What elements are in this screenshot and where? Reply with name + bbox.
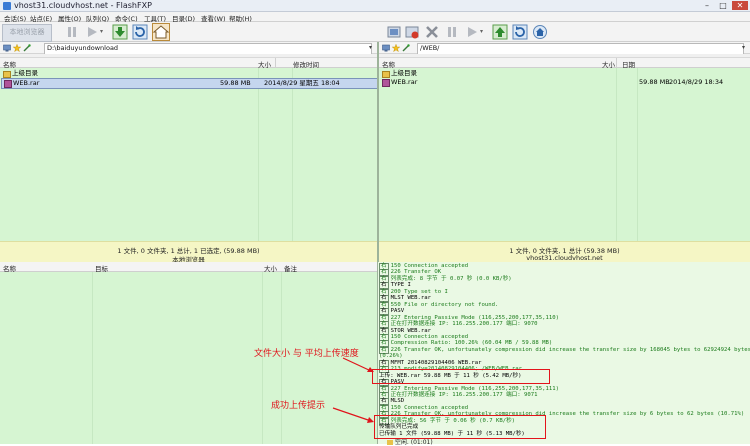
menu-bar: 会话(S) 站点(E) 属性(O) 队列(Q) 命令(C) 工具(T) 目录(D… <box>0 12 750 23</box>
local-path-dropdown-icon[interactable]: ▾ <box>369 44 372 51</box>
log-line-text: 227 Entering Passive Mode (116,255,200,1… <box>390 314 559 321</box>
queue-column-header: 名称 目标 大小 备注 <box>0 262 377 273</box>
refresh-icon[interactable] <box>132 24 148 40</box>
log-line-text: 226 Transfer OK, unfortunately compressi… <box>390 346 750 353</box>
log-line-text: 正在打开数据连接 IP: 116.255.200.177 端口: 9071 <box>390 392 538 398</box>
pause-icon[interactable] <box>64 24 80 40</box>
download-icon[interactable] <box>112 24 128 40</box>
column-gridline <box>92 272 93 444</box>
remote-favorites-star-icon[interactable] <box>392 44 400 52</box>
upload-icon[interactable] <box>492 24 508 40</box>
folder-up-icon <box>382 71 390 78</box>
log-line-text: 227 Entering Passive Mode (116,255,200,1… <box>390 385 559 392</box>
web-home-icon[interactable] <box>532 24 548 40</box>
idle-status-text: 空闲. (01:01) <box>394 439 433 446</box>
abort-icon[interactable] <box>424 24 440 40</box>
column-divider[interactable] <box>616 58 617 68</box>
remote-row-date: 2014/8/29 18:34 <box>669 78 724 86</box>
remote-row[interactable]: WEB.rar 59.88 MB 2014/8/29 18:34 <box>379 78 750 87</box>
remote-pause-icon[interactable] <box>444 24 460 40</box>
speed-highlight-box <box>372 369 550 384</box>
rar-file-icon <box>4 80 12 88</box>
remote-row-name: 上级目录 <box>391 69 417 77</box>
disconnect-icon[interactable] <box>404 24 420 40</box>
folder-up-icon <box>3 71 11 78</box>
play-dropdown-icon[interactable]: ▾ <box>100 28 103 35</box>
log-line-text: 550 File or directory not found. <box>390 301 499 308</box>
toolbar: 本地浏览器 ▾ ▾ <box>0 22 750 42</box>
close-button[interactable]: ✕ <box>732 1 748 10</box>
local-column-header: 名称 大小 修改时间 <box>0 58 377 69</box>
log-line-text: 正在打开数据连接 IP: 116.255.200.177 端口: 9070 <box>390 321 538 328</box>
local-row-date: 2014/8/29 星期五 18:04 <box>264 79 340 87</box>
log-line-text: (0.26%) <box>379 353 403 360</box>
local-status-bar: 1 文件, 0 文件夹, 1 总计, 1 已选定, (59.88 MB) 本地浏… <box>0 241 377 264</box>
connect-icon[interactable] <box>386 24 402 40</box>
favorites-star-icon[interactable] <box>13 44 21 52</box>
play-icon[interactable] <box>84 24 100 40</box>
log-line-text: 150 Connection accepted <box>390 404 469 411</box>
local-row-name: 上级目录 <box>12 69 38 77</box>
local-path-bar: D:\baiduyundownload ▾ <box>0 42 377 55</box>
log-line-text: 列表完成: 8 字节 于 0.07 秒 (0.0 KB/秒) <box>390 275 512 282</box>
tool-wand-icon[interactable] <box>23 44 31 52</box>
log-line-text: STOR WEB.rar <box>390 327 432 334</box>
maximize-button[interactable]: □ <box>716 1 730 10</box>
log-line-text: 200 Type set to I <box>390 288 448 295</box>
remote-refresh-icon[interactable] <box>512 24 528 40</box>
column-divider[interactable] <box>275 58 276 68</box>
folder-icon <box>387 440 393 445</box>
rar-file-icon <box>382 79 390 87</box>
column-gridline <box>292 68 293 241</box>
window-title: vhost31.cloudvhost.net - FlashFXP <box>14 1 152 10</box>
remote-tool-wand-icon[interactable] <box>402 44 410 52</box>
local-file-list: 上级目录 WEB.rar 59.88 MB 2014/8/29 星期五 18:0… <box>0 68 378 241</box>
remote-row-size: 59.88 MB <box>639 78 670 86</box>
annotation-arrows <box>332 357 374 423</box>
remote-column-header: 名称 大小 日期 <box>379 58 750 69</box>
remote-play-dropdown-icon[interactable]: ▾ <box>480 28 483 35</box>
log-line-text: TYPE I <box>390 282 411 289</box>
log-line-text: PASV <box>390 308 405 315</box>
local-row-size: 59.88 MB <box>220 79 251 87</box>
minimize-button[interactable]: – <box>700 1 714 10</box>
remote-row-parent[interactable]: 上级目录 <box>379 69 750 78</box>
remote-file-list: 上级目录 WEB.rar 59.88 MB 2014/8/29 18:34 <box>379 68 750 241</box>
server-icon[interactable] <box>382 44 390 52</box>
log-line: 右 226 Transfer OK, unfortunately compress… <box>379 346 750 354</box>
remote-play-icon[interactable] <box>464 24 480 40</box>
log-line-text: 226 Transfer OK <box>390 269 442 276</box>
column-gridline <box>637 68 638 241</box>
local-row-name: WEB.rar <box>13 79 40 87</box>
remote-path-bar: /WEB/ ▾ <box>379 42 750 55</box>
computer-icon[interactable] <box>3 44 11 52</box>
log-line-text: MFMT 20140829104406 WEB.rar <box>390 359 482 366</box>
remote-path-dropdown-icon[interactable]: ▾ <box>742 44 745 51</box>
title-bar: vhost31.cloudvhost.net - FlashFXP – □ ✕ <box>0 0 750 12</box>
home-icon[interactable] <box>152 23 170 41</box>
column-gridline <box>258 68 259 241</box>
log-line-text: MLST WEB.rar <box>390 295 432 302</box>
remote-status-bar: 1 文件, 0 文件夹, 1 总计 (59.38 MB) vhost31.clo… <box>379 241 750 262</box>
success-annotation: 成功上传提示 <box>271 401 326 411</box>
flashfxp-app-icon <box>3 2 11 10</box>
local-row-parent[interactable]: 上级目录 <box>0 69 377 78</box>
success-highlight-box <box>374 415 546 439</box>
remote-row-name: WEB.rar <box>391 78 418 86</box>
log-line-text: Compression Ratio: 100.26% (60.04 MB / 5… <box>390 340 553 347</box>
column-gridline <box>616 68 617 241</box>
local-browser-button[interactable]: 本地浏览器 <box>2 24 52 42</box>
log-line-text: MLSD <box>390 398 405 405</box>
local-row-selected[interactable]: WEB.rar 59.88 MB 2014/8/29 星期五 18:04 <box>1 78 378 89</box>
remote-pane-label: vhost31.cloudvhost.net <box>526 254 603 262</box>
